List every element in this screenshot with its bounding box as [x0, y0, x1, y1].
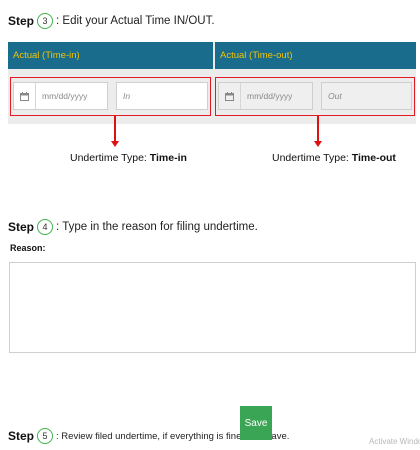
- reason-textarea[interactable]: [9, 262, 416, 353]
- step-number-badge: 5: [37, 428, 54, 444]
- arrow-time-in-head: [111, 141, 119, 147]
- time-placeholder: In: [123, 91, 131, 101]
- time-out-date-field[interactable]: mm/dd/yyyy: [218, 82, 313, 110]
- calendar-icon[interactable]: [14, 83, 36, 109]
- time-out-time-field[interactable]: Out: [321, 82, 412, 110]
- caption-value: Time-out: [351, 152, 396, 164]
- date-placeholder: mm/dd/yyyy: [247, 91, 293, 101]
- time-in-date-field[interactable]: mm/dd/yyyy: [13, 82, 108, 110]
- step-word: Step: [8, 14, 35, 28]
- caption-prefix: Undertime Type:: [272, 152, 352, 164]
- caption-value: Time-in: [149, 152, 187, 164]
- undertime-type-time-in-caption: Undertime Type: Time-in: [70, 152, 187, 164]
- undertime-type-time-out-caption: Undertime Type: Time-out: [272, 152, 396, 164]
- step-number-badge: 3: [37, 13, 54, 29]
- header-actual-time-in: Actual (Time-in): [13, 50, 80, 61]
- activate-windows-watermark: Activate Window: [369, 437, 420, 446]
- save-button[interactable]: Save: [240, 406, 272, 440]
- step-4-instruction: : Type in the reason for filing undertim…: [56, 221, 258, 233]
- date-placeholder: mm/dd/yyyy: [42, 91, 88, 101]
- arrow-time-in-line: [114, 116, 116, 142]
- step-word: Step: [8, 429, 35, 443]
- header-actual-time-out: Actual (Time-out): [220, 50, 293, 61]
- caption-prefix: Undertime Type:: [70, 152, 150, 164]
- step-3-instruction: : Edit your Actual Time IN/OUT.: [56, 15, 215, 27]
- arrow-time-out-line: [317, 116, 319, 142]
- time-placeholder: Out: [328, 91, 342, 101]
- reason-label: Reason:: [10, 243, 46, 253]
- step-number-badge: 4: [37, 219, 54, 235]
- step-4-heading: Step 4 : Type in the reason for filing u…: [8, 219, 258, 235]
- arrow-time-out-head: [314, 141, 322, 147]
- calendar-icon[interactable]: [219, 83, 241, 109]
- step-word: Step: [8, 220, 35, 234]
- time-in-time-field[interactable]: In: [116, 82, 208, 110]
- step-3-heading: Step 3 : Edit your Actual Time IN/OUT.: [8, 13, 215, 29]
